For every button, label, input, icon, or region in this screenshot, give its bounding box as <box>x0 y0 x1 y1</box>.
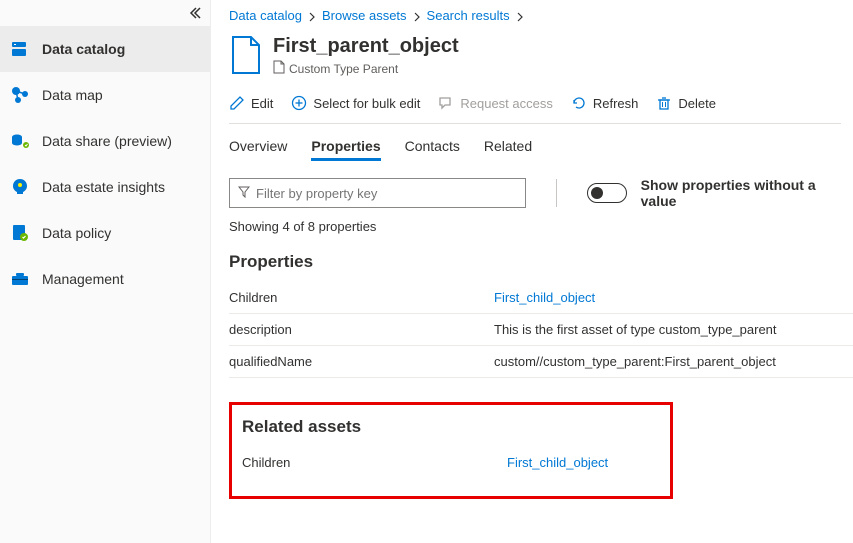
edit-button[interactable]: Edit <box>229 95 273 111</box>
property-value: This is the first asset of type custom_t… <box>494 322 853 337</box>
sidebar-item-data-estate-insights[interactable]: Data estate insights <box>0 164 210 210</box>
sidebar-item-label: Data map <box>42 87 103 103</box>
related-link[interactable]: First_child_object <box>507 455 608 470</box>
filter-input[interactable] <box>256 186 517 201</box>
share-icon <box>10 131 30 151</box>
chevron-right-icon <box>516 8 524 23</box>
add-icon <box>291 95 307 111</box>
properties-heading: Properties <box>229 252 853 272</box>
tab-contacts[interactable]: Contacts <box>405 138 460 161</box>
request-icon <box>438 95 454 111</box>
filter-icon <box>238 186 250 201</box>
breadcrumb: Data catalog Browse assets Search result… <box>229 8 853 23</box>
property-value: custom//custom_type_parent:First_parent_… <box>494 354 853 369</box>
sidebar-item-label: Data estate insights <box>42 179 165 195</box>
tab-related[interactable]: Related <box>484 138 532 161</box>
property-row: description This is the first asset of t… <box>229 314 853 346</box>
sidebar-item-management[interactable]: Management <box>0 256 210 302</box>
toggle-wrap: Show properties without a value <box>587 177 853 209</box>
tab-overview[interactable]: Overview <box>229 138 287 161</box>
edit-icon <box>229 95 245 111</box>
sidebar-item-data-map[interactable]: Data map <box>0 72 210 118</box>
request-access-button: Request access <box>438 95 553 111</box>
toolbar: Edit Select for bulk edit Request access… <box>229 91 841 124</box>
sidebar-item-label: Data share (preview) <box>42 133 172 149</box>
breadcrumb-link[interactable]: Search results <box>427 8 510 23</box>
delete-icon <box>656 95 672 111</box>
sidebar-item-data-share[interactable]: Data share (preview) <box>0 118 210 164</box>
toggle-show-empty[interactable] <box>587 183 627 203</box>
related-assets-highlight: Related assets Children First_child_obje… <box>229 402 673 499</box>
delete-button[interactable]: Delete <box>656 95 716 111</box>
policy-icon <box>10 223 30 243</box>
property-key: qualifiedName <box>229 354 494 369</box>
sidebar-item-data-policy[interactable]: Data policy <box>0 210 210 256</box>
sidebar-item-label: Management <box>42 271 124 287</box>
map-icon <box>10 85 30 105</box>
property-key: description <box>229 322 494 337</box>
chevron-right-icon <box>413 8 421 23</box>
catalog-icon <box>10 39 30 59</box>
breadcrumb-link[interactable]: Browse assets <box>322 8 407 23</box>
asset-title: First_parent_object <box>273 35 459 58</box>
refresh-button[interactable]: Refresh <box>571 95 639 111</box>
property-counter: Showing 4 of 8 properties <box>229 219 853 234</box>
tab-properties[interactable]: Properties <box>311 138 380 161</box>
subtype-icon <box>273 60 285 77</box>
asset-subtype: Custom Type Parent <box>273 60 459 77</box>
filter-input-wrap[interactable] <box>229 178 526 208</box>
property-row: qualifiedName custom//custom_type_parent… <box>229 346 853 378</box>
property-key: Children <box>229 290 494 305</box>
insights-icon <box>10 177 30 197</box>
sidebar-item-label: Data policy <box>42 225 111 241</box>
asset-file-icon <box>229 35 263 75</box>
toggle-label: Show properties without a value <box>641 177 853 209</box>
breadcrumb-link[interactable]: Data catalog <box>229 8 302 23</box>
sidebar-item-data-catalog[interactable]: Data catalog <box>0 26 210 72</box>
property-row: Children First_child_object <box>229 282 853 314</box>
related-row: Children First_child_object <box>242 447 660 478</box>
sidebar-item-label: Data catalog <box>42 41 125 57</box>
management-icon <box>10 269 30 289</box>
sidebar: Data catalog Data map Data share (previe… <box>0 0 211 543</box>
collapse-sidebar-icon[interactable] <box>188 6 202 23</box>
refresh-icon <box>571 95 587 111</box>
property-link[interactable]: First_child_object <box>494 290 595 305</box>
select-bulk-button[interactable]: Select for bulk edit <box>291 95 420 111</box>
asset-header: First_parent_object Custom Type Parent <box>229 35 853 77</box>
related-assets-heading: Related assets <box>242 417 660 437</box>
filter-row: Show properties without a value <box>229 177 853 209</box>
tabs: Overview Properties Contacts Related <box>229 138 853 161</box>
main-content: Data catalog Browse assets Search result… <box>211 0 853 543</box>
divider <box>556 179 557 207</box>
chevron-right-icon <box>308 8 316 23</box>
related-key: Children <box>242 455 507 470</box>
